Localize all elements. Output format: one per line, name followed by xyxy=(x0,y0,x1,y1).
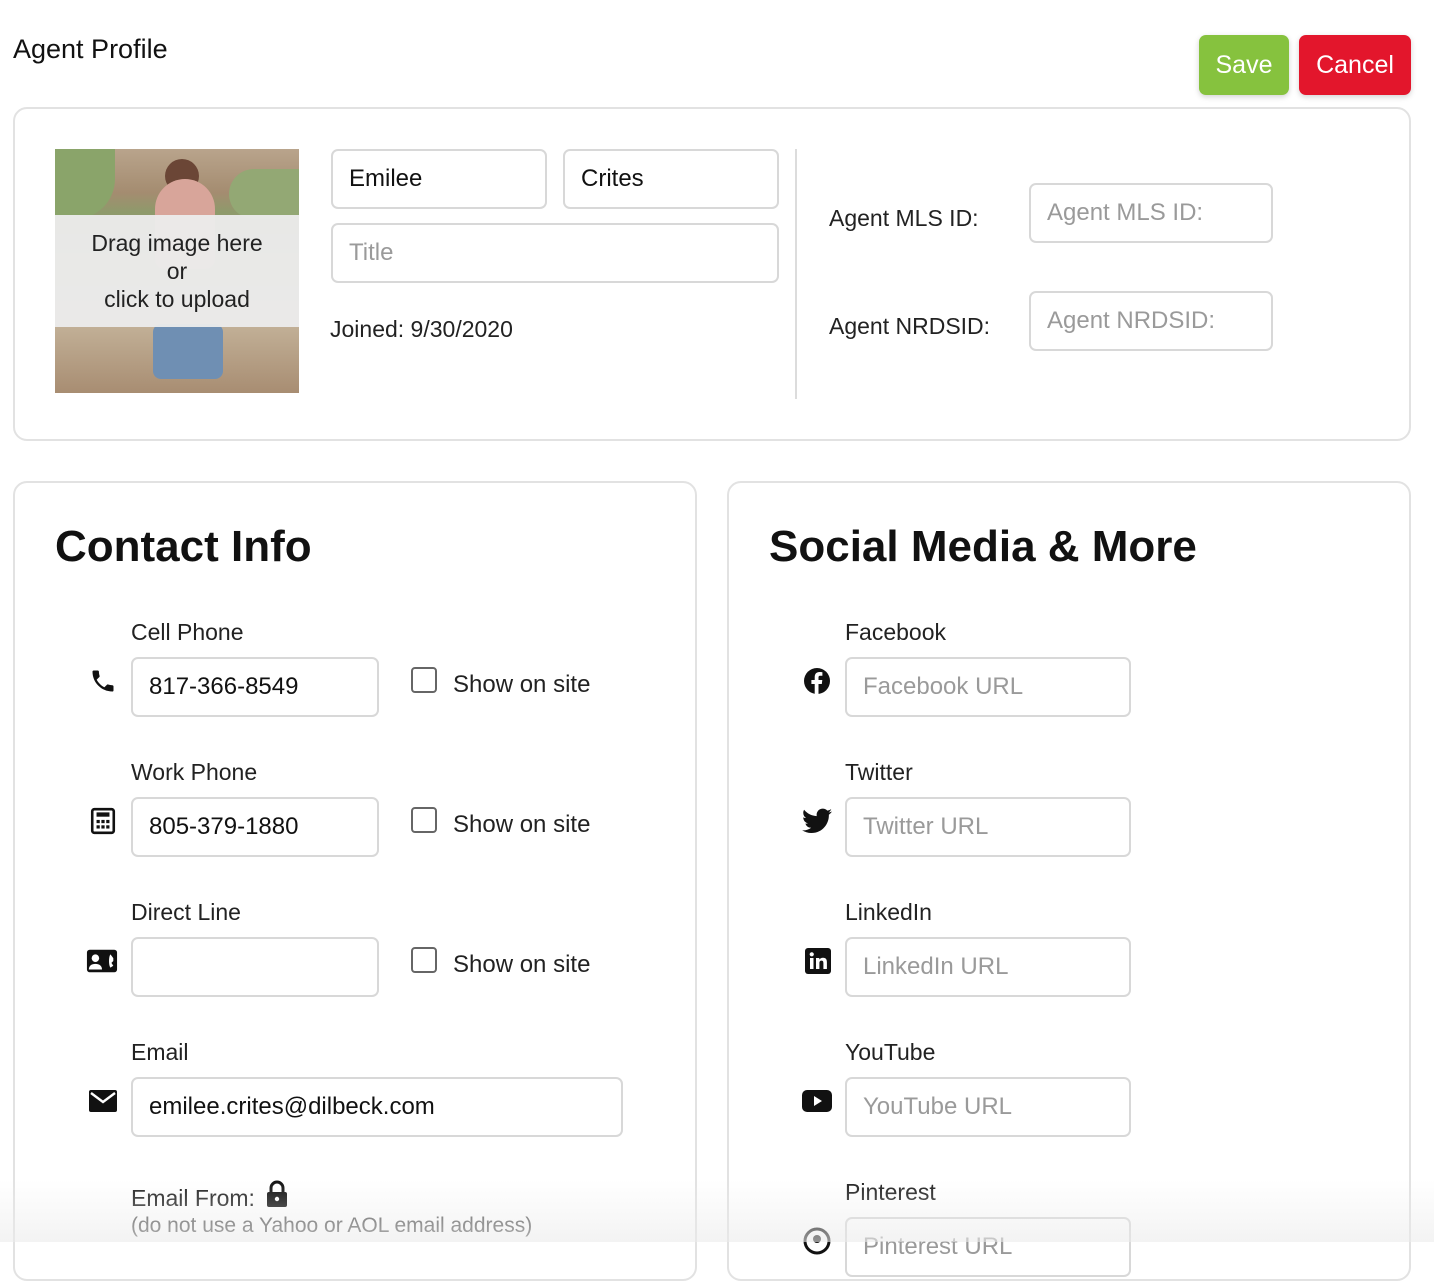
cell-show-on-site-label: Show on site xyxy=(453,671,591,698)
upload-text-line2: or xyxy=(166,258,188,284)
upload-text-line3: click to upload xyxy=(104,286,250,312)
pinterest-label: Pinterest xyxy=(845,1179,936,1205)
save-button[interactable]: Save xyxy=(1199,35,1289,95)
mail-icon xyxy=(87,1085,119,1117)
youtube-label: YouTube xyxy=(845,1039,936,1065)
lock-icon xyxy=(262,1179,292,1209)
direct-show-on-site-label: Show on site xyxy=(453,951,591,978)
linkedin-label: LinkedIn xyxy=(845,899,932,925)
cell-show-on-site-checkbox[interactable] xyxy=(411,667,437,693)
page-title: Agent Profile xyxy=(13,34,168,64)
youtube-url-input[interactable] xyxy=(845,1077,1131,1137)
upload-overlay[interactable]: Drag image here or click to upload xyxy=(55,215,299,327)
twitter-url-input[interactable] xyxy=(845,797,1131,857)
nrdsid-input[interactable] xyxy=(1029,291,1273,351)
phone-icon xyxy=(87,665,119,697)
profile-photo-upload[interactable]: Drag image here or click to upload xyxy=(55,149,299,393)
twitter-label: Twitter xyxy=(845,759,913,785)
social-media-card xyxy=(727,481,1411,1281)
divider xyxy=(795,149,797,399)
contact-info-heading: Contact Info xyxy=(55,522,312,571)
upload-text-line1: Drag image here xyxy=(91,230,263,256)
work-phone-label: Work Phone xyxy=(131,759,258,785)
twitter-icon xyxy=(801,805,833,837)
work-phone-input[interactable] xyxy=(131,797,379,857)
direct-show-on-site-checkbox[interactable] xyxy=(411,947,437,973)
contact-card-icon xyxy=(86,945,118,977)
cancel-button[interactable]: Cancel xyxy=(1299,35,1411,95)
facebook-icon xyxy=(801,665,833,697)
linkedin-url-input[interactable] xyxy=(845,937,1131,997)
email-input[interactable] xyxy=(131,1077,623,1137)
office-phone-icon xyxy=(87,805,119,837)
first-name-input[interactable] xyxy=(331,149,547,209)
last-name-input[interactable] xyxy=(563,149,779,209)
title-input[interactable] xyxy=(331,223,779,283)
pinterest-url-input[interactable] xyxy=(845,1217,1131,1277)
mls-id-input[interactable] xyxy=(1029,183,1273,243)
email-from-label: Email From: xyxy=(131,1185,255,1211)
cell-phone-input[interactable] xyxy=(131,657,379,717)
cell-phone-label: Cell Phone xyxy=(131,619,244,645)
mls-id-label: Agent MLS ID: xyxy=(829,205,979,231)
direct-line-input[interactable] xyxy=(131,937,379,997)
direct-line-label: Direct Line xyxy=(131,899,241,925)
email-from-note: (do not use a Yahoo or AOL email address… xyxy=(131,1214,533,1237)
facebook-label: Facebook xyxy=(845,619,947,645)
pinterest-icon xyxy=(801,1225,833,1257)
social-media-heading: Social Media & More xyxy=(769,522,1197,571)
linkedin-icon xyxy=(802,945,834,977)
email-label: Email xyxy=(131,1039,189,1065)
work-show-on-site-label: Show on site xyxy=(453,811,591,838)
youtube-icon xyxy=(801,1085,833,1117)
nrdsid-label: Agent NRDSID: xyxy=(829,313,991,339)
contact-info-card xyxy=(13,481,697,1281)
joined-date: Joined: 9/30/2020 xyxy=(330,316,513,342)
facebook-url-input[interactable] xyxy=(845,657,1131,717)
work-show-on-site-checkbox[interactable] xyxy=(411,807,437,833)
